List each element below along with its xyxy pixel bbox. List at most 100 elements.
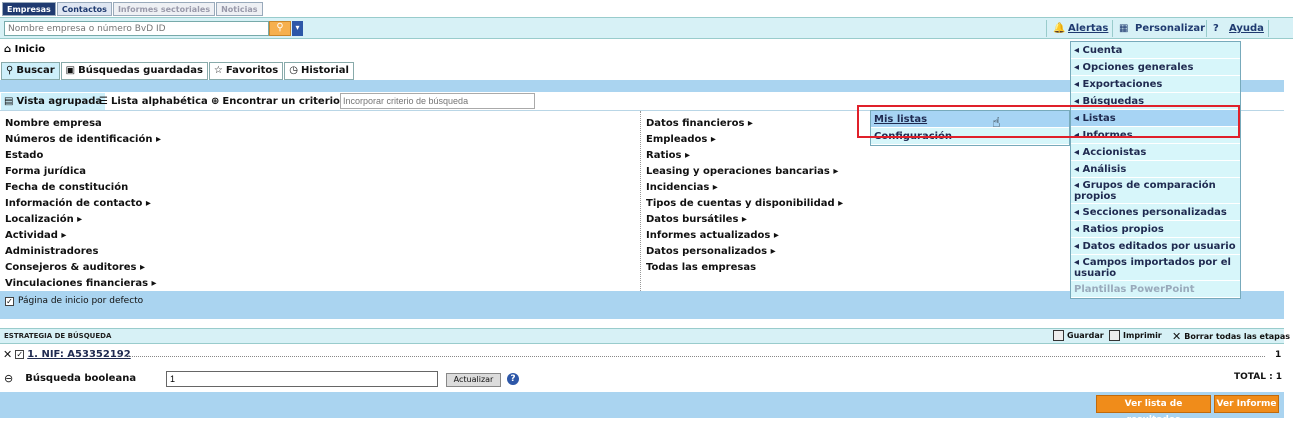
criterion-item[interactable]: Fecha de constitución: [5, 180, 161, 196]
printer-icon: [1109, 330, 1120, 341]
footer-bar: [0, 392, 1284, 418]
criterion-item[interactable]: Estado: [5, 148, 161, 164]
default-home-label: Página de inicio por defecto: [18, 296, 144, 306]
customize-icon: ▦: [1119, 23, 1129, 34]
header-separator: [1206, 20, 1207, 37]
criterion-item[interactable]: Datos personalizados ▸: [646, 244, 843, 260]
borrar-etapas-button[interactable]: ✕ Borrar todas las etapas: [1172, 330, 1290, 343]
criterion-search-input[interactable]: [340, 93, 535, 109]
menu-item-campos-importados[interactable]: ◂ Campos importados por el usuario: [1071, 255, 1240, 281]
magnifier-icon: ⊕: [211, 96, 220, 107]
close-icon: ✕: [1172, 330, 1182, 343]
criterion-item[interactable]: Actividad ▸: [5, 228, 161, 244]
search-icon: ⚲: [276, 22, 284, 33]
menu-item-plantillas-powerpoint: Plantillas PowerPoint: [1071, 281, 1240, 298]
step-checkbox[interactable]: ✓: [15, 350, 25, 359]
imprimir-button[interactable]: Imprimir: [1109, 330, 1162, 341]
chevron-down-icon: ▾: [295, 23, 300, 32]
step-link[interactable]: 1. NIF: A53352192: [27, 349, 131, 360]
breadcrumb-home[interactable]: Inicio: [15, 44, 46, 55]
ver-lista-resultados-button[interactable]: Ver lista de resultados: [1096, 395, 1211, 425]
save-icon: [1053, 330, 1064, 341]
alertas-link[interactable]: Alertas: [1068, 22, 1108, 36]
guardar-button[interactable]: Guardar: [1053, 330, 1104, 341]
strategy-step: ✕ ✓ 1. NIF: A53352192: [3, 348, 131, 361]
help-icon[interactable]: ?: [507, 373, 519, 385]
criterion-item[interactable]: Datos bursátiles ▸: [646, 212, 843, 228]
menu-item-ratios-propios[interactable]: ◂ Ratios propios: [1071, 221, 1240, 238]
boolean-row: ⊖ Búsqueda booleana: [4, 372, 136, 385]
criterion-item[interactable]: Información de contacto ▸: [5, 196, 161, 212]
menu-item-secciones-personalizadas[interactable]: ◂ Secciones personalizadas: [1071, 204, 1240, 221]
criterion-item[interactable]: Nombre empresa: [5, 116, 161, 132]
top-tab-informes-sectoriales: Informes sectoriales: [112, 2, 216, 16]
header-separator: [1112, 20, 1113, 37]
column-divider: [640, 111, 641, 291]
highlight-box: [857, 105, 1240, 138]
menu-item-exportaciones[interactable]: ◂ Exportaciones: [1071, 76, 1240, 93]
criterion-item[interactable]: Datos financieros ▸: [646, 116, 843, 132]
menu-item-analisis[interactable]: ◂ Análisis: [1071, 161, 1240, 178]
criterion-item[interactable]: Empleados ▸: [646, 132, 843, 148]
personalizar-menu[interactable]: Personalizar: [1135, 22, 1205, 36]
personalizar-dropdown-menu: ◂ Cuenta ◂ Opciones generales ◂ Exportac…: [1070, 41, 1241, 299]
step-leader-dots: [125, 356, 1265, 357]
star-icon: ☆: [213, 65, 223, 76]
default-home-option: ✓ Página de inicio por defecto: [5, 296, 143, 306]
header-separator: [1046, 20, 1047, 37]
top-tab-bar: Empresas Contactos Informes sectoriales …: [2, 2, 264, 16]
breadcrumb[interactable]: ⌂ Inicio: [4, 44, 45, 55]
tab-busquedas-guardadas[interactable]: ▣ Búsquedas guardadas: [60, 62, 208, 80]
default-home-checkbox[interactable]: ✓: [5, 296, 14, 306]
search-dropdown-button[interactable]: ▾: [292, 21, 303, 36]
view-tab-alfabetica[interactable]: ☰ Lista alphabética: [96, 93, 211, 110]
history-icon: ◷: [289, 65, 298, 76]
criteria-column-right: Datos financieros ▸ Empleados ▸ Ratios ▸…: [646, 116, 843, 276]
criterion-item[interactable]: Tipos de cuentas y disponibilidad ▸: [646, 196, 843, 212]
criterion-item[interactable]: Informes actualizados ▸: [646, 228, 843, 244]
tab-buscar[interactable]: ⚲ Buscar: [1, 62, 60, 80]
view-tab-encontrar[interactable]: ⊕ Encontrar un criterio: [208, 93, 343, 110]
top-tab-contactos[interactable]: Contactos: [56, 2, 112, 16]
document-icon: ▤: [4, 96, 14, 107]
tab-historial[interactable]: ◷ Historial: [284, 62, 354, 80]
help-icon: ?: [1213, 23, 1219, 34]
top-tab-noticias: Noticias: [216, 2, 263, 16]
menu-item-grupos-comparacion[interactable]: ◂ Grupos de comparación propios: [1071, 178, 1240, 204]
tab-favoritos[interactable]: ☆ Favoritos: [208, 62, 284, 80]
close-icon[interactable]: ✕: [3, 348, 12, 361]
boolean-label: Búsqueda booleana: [25, 373, 137, 384]
criterion-item[interactable]: Vinculaciones financieras ▸: [5, 276, 161, 292]
view-tab-agrupada[interactable]: ▤ Vista agrupada: [1, 93, 106, 110]
top-tab-empresas[interactable]: Empresas: [2, 2, 56, 16]
menu-item-cuenta[interactable]: ◂ Cuenta: [1071, 42, 1240, 59]
list-icon: ☰: [99, 96, 108, 107]
hand-cursor-icon: ☝: [992, 115, 1001, 131]
bell-icon: 🔔: [1053, 23, 1066, 34]
actualizar-button[interactable]: Actualizar: [446, 373, 501, 387]
menu-item-opciones-generales[interactable]: ◂ Opciones generales: [1071, 59, 1240, 76]
ver-informe-button[interactable]: Ver Informe: [1214, 395, 1279, 413]
save-icon: ▣: [65, 65, 76, 76]
criterion-item[interactable]: Todas las empresas: [646, 260, 843, 276]
company-search-input[interactable]: [4, 21, 269, 36]
criterion-item[interactable]: Incidencias ▸: [646, 180, 843, 196]
ayuda-link[interactable]: Ayuda: [1229, 22, 1264, 36]
criterion-item[interactable]: Ratios ▸: [646, 148, 843, 164]
main-tab-bar: ⚲ Buscar ▣ Búsquedas guardadas ☆ Favoritos …: [1, 62, 355, 80]
menu-item-accionistas[interactable]: ◂ Accionistas: [1071, 144, 1240, 161]
criterion-item[interactable]: Leasing y operaciones bancarias ▸: [646, 164, 843, 180]
criterion-item[interactable]: Números de identificación ▸: [5, 132, 161, 148]
step-count: 1: [1275, 350, 1282, 360]
search-icon: ⚲: [6, 65, 14, 76]
criterion-item[interactable]: Consejeros & auditores ▸: [5, 260, 161, 276]
criterion-item[interactable]: Forma jurídica: [5, 164, 161, 180]
criterion-item[interactable]: Localización ▸: [5, 212, 161, 228]
search-button[interactable]: ⚲: [269, 21, 291, 36]
header-separator: [1268, 20, 1269, 37]
collapse-icon[interactable]: ⊖: [4, 372, 13, 385]
strategy-title: ESTRATEGIA DE BÚSQUEDA: [4, 332, 112, 340]
boolean-input[interactable]: [166, 371, 438, 387]
criterion-item[interactable]: Administradores: [5, 244, 161, 260]
menu-item-datos-editados[interactable]: ◂ Datos editados por usuario: [1071, 238, 1240, 255]
